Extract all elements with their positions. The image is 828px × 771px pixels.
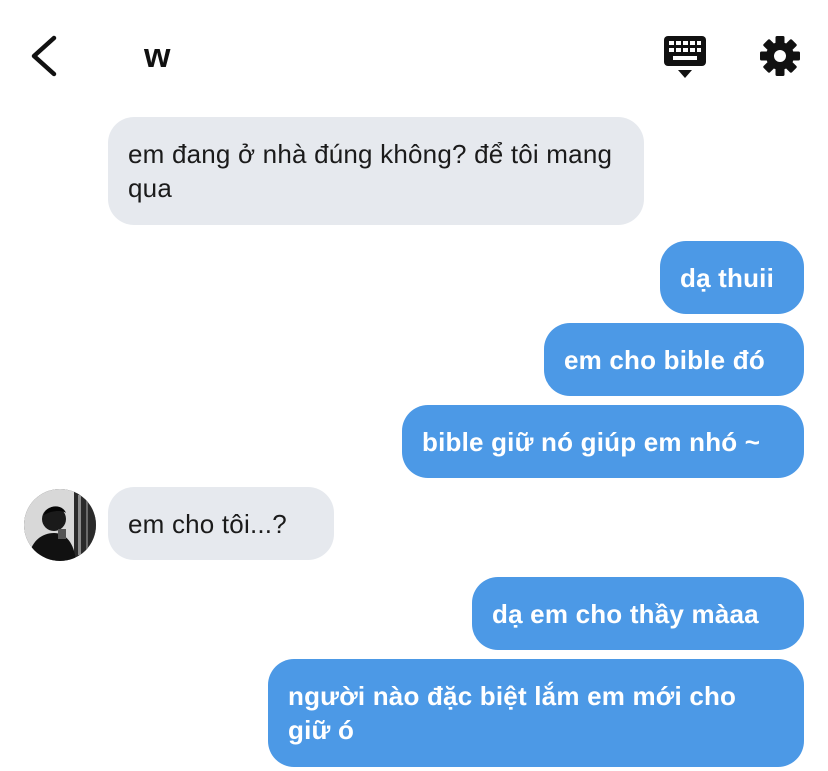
- chat-title: w: [144, 37, 171, 75]
- message-bubble-outgoing[interactable]: dạ thuii: [660, 241, 804, 314]
- message-bubble-outgoing[interactable]: dạ em cho thầy màaa: [472, 577, 804, 650]
- back-button[interactable]: [26, 32, 66, 80]
- message-text: bible giữ nó giúp em nhó ~: [422, 427, 761, 457]
- settings-button[interactable]: [758, 34, 802, 78]
- chevron-left-icon: [31, 35, 57, 77]
- keyboard-icon: [664, 36, 706, 78]
- message-text: em cho tôi...?: [128, 509, 287, 539]
- message-text: người nào đặc biệt lắm em mới cho giữ ó: [288, 681, 737, 745]
- user-photo-icon: [24, 489, 96, 561]
- message-text: em cho bible đó: [564, 345, 765, 375]
- chat-header: w: [0, 0, 828, 110]
- message-bubble-incoming[interactable]: em đang ở nhà đúng không? để tôi mang qu…: [108, 117, 644, 225]
- message-text: dạ thuii: [680, 263, 775, 293]
- message-text: em đang ở nhà đúng không? để tôi mang qu…: [128, 139, 613, 203]
- message-bubble-incoming[interactable]: em cho tôi...?: [108, 487, 334, 560]
- message-bubble-outgoing[interactable]: bible giữ nó giúp em nhó ~: [402, 405, 804, 478]
- message-text: dạ em cho thầy màaa: [492, 599, 759, 629]
- message-bubble-outgoing[interactable]: em cho bible đó: [544, 323, 804, 396]
- message-bubble-outgoing[interactable]: người nào đặc biệt lắm em mới cho giữ ó: [268, 659, 804, 767]
- avatar[interactable]: [24, 489, 96, 561]
- keyboard-button[interactable]: [662, 34, 708, 80]
- gear-icon: [760, 36, 800, 76]
